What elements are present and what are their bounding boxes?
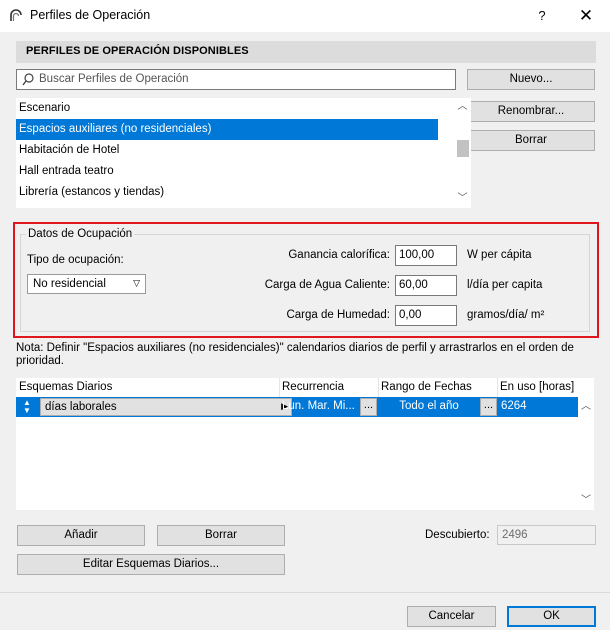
profiles-list[interactable]: Escenario Espacios auxiliares (no reside… [16,98,471,208]
occupancy-type-label: Tipo de ocupación: [27,254,124,266]
close-button[interactable]: ✕ [574,4,598,28]
heat-gain-input[interactable]: 100,00 [395,245,457,266]
profiles-section-header: PERFILES DE OPERACIÓN DISPONIBLES [16,41,596,63]
footer-divider [0,592,610,593]
rename-profile-button[interactable]: Renombrar... [467,101,595,122]
hot-water-input[interactable]: 60,00 [395,275,457,296]
date-range-cell[interactable]: Todo el año [379,397,479,417]
edit-daily-schedules-button[interactable]: Editar Esquemas Diarios... [17,554,285,575]
profiles-scrollbar[interactable]: ︿ ﹀ [454,98,471,208]
scroll-thumb[interactable] [457,140,469,157]
column-header-date-range[interactable]: Rango de Fechas [378,378,498,397]
list-item-selected[interactable]: Espacios auxiliares (no residenciales) [16,119,438,140]
window-title: Perfiles de Operación [30,8,151,22]
occupancy-type-value: No residencial [33,278,106,290]
humidity-input[interactable]: 0,00 [395,305,457,326]
heat-gain-unit: W per cápita [467,249,532,261]
scroll-up-icon[interactable]: ︿ [578,400,594,414]
delete-schedule-button[interactable]: Borrar [157,525,285,546]
column-header-schedules[interactable]: Esquemas Diarios [16,378,280,397]
search-placeholder: Buscar Perfiles de Operación [39,73,189,85]
add-schedule-button[interactable]: Añadir [17,525,145,546]
schedules-table[interactable]: Esquemas Diarios Recurrencia Rango de Fe… [16,378,594,510]
new-profile-button[interactable]: Nuevo... [467,69,595,90]
list-item[interactable]: Habitación de Hotel [16,140,438,161]
chevron-down-icon: ▽ [133,278,140,288]
schedule-name: días laborales [45,401,117,413]
heat-gain-label: Ganancia calorífica: [288,249,390,261]
hours-in-use-cell: 6264 [501,400,527,412]
title-bar: Perfiles de Operación ? ✕ [0,0,610,32]
occupancy-group-title: Datos de Ocupación [26,228,135,240]
column-header-in-use[interactable]: En uso [horas] [497,378,578,397]
scroll-down-icon[interactable]: ﹀ [578,494,594,508]
list-item[interactable]: Librería (estancos y tiendas) [16,182,438,203]
hot-water-unit: l/día per capita [467,279,543,291]
search-icon [22,73,34,86]
scroll-up-icon[interactable]: ︿ [454,100,471,114]
uncovered-label: Descubierto: [425,529,490,541]
recurrence-ellipsis-button[interactable]: ... [360,398,377,416]
column-header-recurrence[interactable]: Recurrencia [279,378,379,397]
humidity-label: Carga de Humedad: [286,309,390,321]
recurrence-cell[interactable]: Lun. Mar. Mi... [279,397,359,417]
ok-button[interactable]: OK [507,606,596,627]
search-input[interactable]: Buscar Perfiles de Operación [16,69,456,90]
list-item[interactable]: Hall entrada teatro [16,161,438,182]
scroll-down-icon[interactable]: ﹀ [454,192,471,206]
uncovered-value: 2496 [497,525,596,545]
schedule-name-cell[interactable]: días laborales ▶ [40,398,292,416]
help-button[interactable]: ? [532,6,552,26]
delete-profile-button[interactable]: Borrar [467,130,595,151]
app-icon [10,9,22,21]
priority-note: Nota: Definir "Espacios auxiliares (no r… [16,342,574,367]
list-item[interactable]: Escenario [16,98,438,119]
drag-handle-icon[interactable]: ▲ ▼ [21,399,33,415]
date-range-ellipsis-button[interactable]: ... [480,398,497,416]
humidity-unit: gramos/día/ m² [467,309,545,321]
cancel-button[interactable]: Cancelar [407,606,496,627]
schedules-scrollbar[interactable]: ︿ ﹀ [578,378,594,510]
table-row[interactable]: ▲ ▼ días laborales ▶ Lun. Mar. Mi... ... … [16,397,578,417]
occupancy-type-select[interactable]: No residencial ▽ [27,274,146,294]
hot-water-label: Carga de Agua Caliente: [264,279,390,291]
